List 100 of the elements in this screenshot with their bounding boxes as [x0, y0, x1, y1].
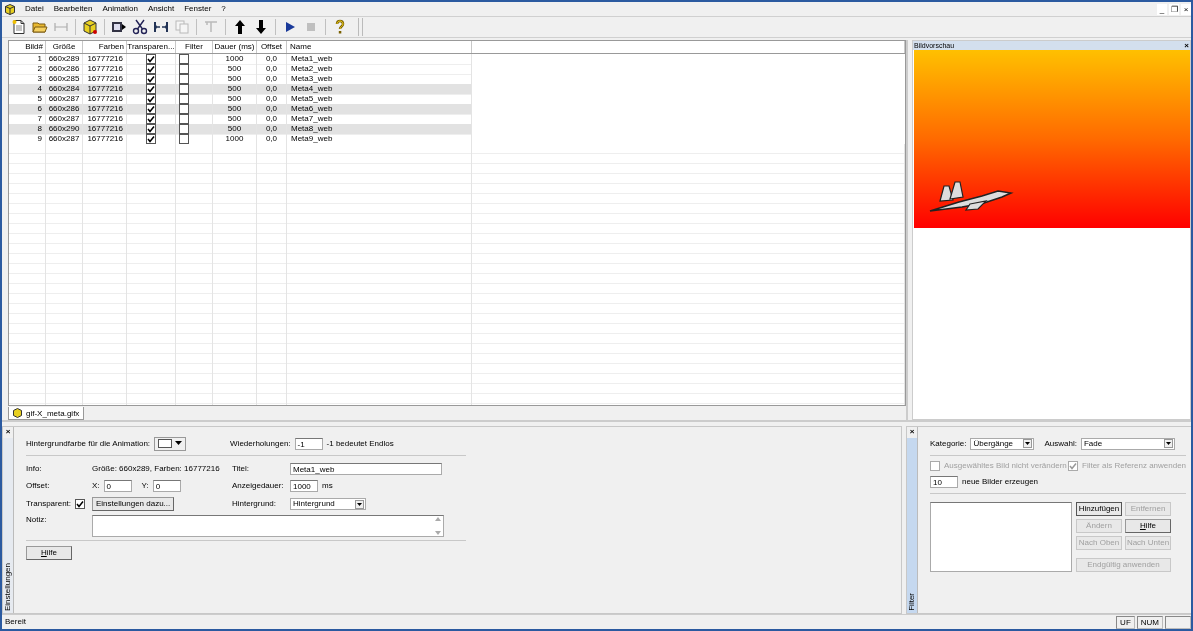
- down-arrow-icon[interactable]: [253, 19, 269, 35]
- label: Titel:: [232, 464, 251, 474]
- checkbox[interactable]: [146, 124, 156, 134]
- table-cell: 500: [213, 84, 257, 95]
- checkbox[interactable]: [179, 134, 189, 144]
- status-indicator: UF: [1116, 615, 1135, 629]
- status-text: Bereit: [5, 617, 26, 627]
- table-cell: 660x286: [46, 64, 83, 75]
- menu-item[interactable]: ?: [221, 3, 226, 15]
- label: Auswahl:: [1044, 438, 1077, 449]
- checkbox[interactable]: [75, 499, 86, 509]
- side-tab[interactable]: Einstellungen: [3, 438, 13, 613]
- document-tab[interactable]: gif-X_meta.gifx: [8, 407, 85, 420]
- column-header[interactable]: Farben: [83, 41, 127, 53]
- table-cell: Meta4_web: [287, 84, 472, 95]
- side-tab[interactable]: Filter: [907, 438, 917, 613]
- checkbox[interactable]: [146, 104, 156, 114]
- up-arrow-icon[interactable]: [232, 19, 248, 35]
- table-cell: Meta1_web: [287, 54, 472, 65]
- app-icon: [5, 3, 15, 15]
- dropdown[interactable]: Hintergrund: [290, 498, 366, 510]
- table-row[interactable]: 8 660x290 16777216 500 0,0 Meta8_web: [9, 124, 905, 134]
- menu-item[interactable]: Ansicht: [147, 3, 175, 15]
- folder-icon[interactable]: [32, 19, 48, 35]
- window-control-button[interactable]: ❐: [1169, 3, 1179, 15]
- checkbox[interactable]: [179, 84, 189, 94]
- checkbox[interactable]: [179, 104, 189, 114]
- dropdown[interactable]: Übergänge: [970, 437, 1035, 450]
- table-cell: 16777216: [83, 124, 127, 135]
- checkbox[interactable]: [146, 84, 156, 94]
- checkbox[interactable]: [179, 74, 189, 84]
- input-field[interactable]: -1: [294, 437, 323, 450]
- help-button[interactable]: Hilfe: [26, 546, 72, 560]
- column-header[interactable]: Dauer (ms): [213, 41, 257, 53]
- table-cell: Meta8_web: [287, 124, 472, 135]
- input-field[interactable]: 1000: [290, 480, 318, 492]
- table-cell: 0,0: [257, 104, 287, 115]
- checkbox[interactable]: [179, 54, 189, 64]
- menu-item[interactable]: Animation: [102, 3, 138, 15]
- close-button[interactable]: ×: [5, 427, 11, 436]
- split-arrows-icon[interactable]: [153, 19, 169, 35]
- checkbox[interactable]: [179, 124, 189, 134]
- dropdown-arrow-icon[interactable]: [1163, 439, 1173, 448]
- checkbox[interactable]: [179, 64, 189, 74]
- cube-icon[interactable]: [82, 19, 98, 35]
- color-dropdown[interactable]: [154, 436, 187, 451]
- input-field[interactable]: 0: [103, 480, 132, 492]
- film-arrow-icon[interactable]: [111, 19, 127, 35]
- table-cell: 660x289: [46, 54, 83, 65]
- column-header[interactable]: Bild#: [9, 41, 46, 53]
- table-cell: 16777216: [83, 84, 127, 95]
- input-field[interactable]: Meta1_web: [290, 463, 442, 475]
- dropdown[interactable]: Fade: [1080, 437, 1175, 450]
- status-indicator: NUM: [1136, 615, 1163, 629]
- filter-button[interactable]: Hilfe: [1125, 519, 1171, 533]
- dropdown-arrow-icon[interactable]: [1023, 439, 1033, 448]
- caret-icon[interactable]: [175, 441, 183, 446]
- checkbox[interactable]: [179, 114, 189, 124]
- window-control-button[interactable]: _: [1157, 3, 1167, 15]
- status-panel: [1165, 615, 1191, 629]
- filter-button[interactable]: Hinzufügen: [1076, 502, 1122, 516]
- table-cell: 4: [9, 84, 46, 95]
- scissors-icon[interactable]: [132, 19, 148, 35]
- label: Kategorie:: [930, 438, 967, 449]
- checkbox[interactable]: [179, 94, 189, 104]
- table-cell: 16777216: [83, 104, 127, 115]
- window-control-button[interactable]: ×: [1181, 3, 1191, 15]
- column-header[interactable]: Offset: [257, 41, 287, 53]
- label: neue Bilder erzeugen: [962, 476, 1039, 487]
- new-document-icon[interactable]: [11, 19, 27, 35]
- label: Anzeigedauer:: [232, 481, 285, 491]
- table-cell: 0,0: [257, 54, 287, 65]
- menu-item[interactable]: Bearbeiten: [53, 3, 93, 15]
- label: Offset:: [26, 481, 51, 491]
- close-button[interactable]: ×: [1184, 41, 1189, 50]
- close-button[interactable]: ×: [909, 427, 915, 436]
- note-field[interactable]: [92, 515, 444, 537]
- input-field[interactable]: 0: [152, 480, 181, 492]
- menu-item[interactable]: Fenster: [184, 3, 212, 15]
- table-row[interactable]: 4 660x284 16777216 500 0,0 Meta4_web: [9, 84, 905, 94]
- checkbox-label: Filter als Referenz anwenden: [1082, 461, 1187, 471]
- label: Hintergrundfarbe für die Animation:: [26, 438, 151, 449]
- table-row[interactable]: 6 660x286 16777216 500 0,0 Meta6_web: [9, 104, 905, 114]
- table-cell: Meta2_web: [287, 64, 472, 75]
- settings-button[interactable]: Einstellungen dazu...: [92, 497, 174, 511]
- column-header[interactable]: Transparen...: [127, 41, 176, 53]
- table-cell: 6: [9, 104, 46, 115]
- input-field[interactable]: 10: [930, 475, 958, 488]
- checkbox[interactable]: [146, 64, 156, 74]
- column-header[interactable]: Name: [287, 41, 472, 53]
- dropdown-arrow-icon[interactable]: [355, 499, 364, 509]
- column-header[interactable]: Größe: [46, 41, 83, 53]
- label: Transparent:: [26, 499, 72, 509]
- label: Hintergrund:: [232, 499, 278, 509]
- checkbox[interactable]: [146, 54, 156, 64]
- label: X:: [92, 481, 100, 491]
- table-cell: 660x290: [46, 124, 83, 135]
- column-header[interactable]: Filter: [176, 41, 213, 53]
- menu-item[interactable]: Datei: [25, 3, 44, 15]
- table-cell: 0,0: [257, 64, 287, 75]
